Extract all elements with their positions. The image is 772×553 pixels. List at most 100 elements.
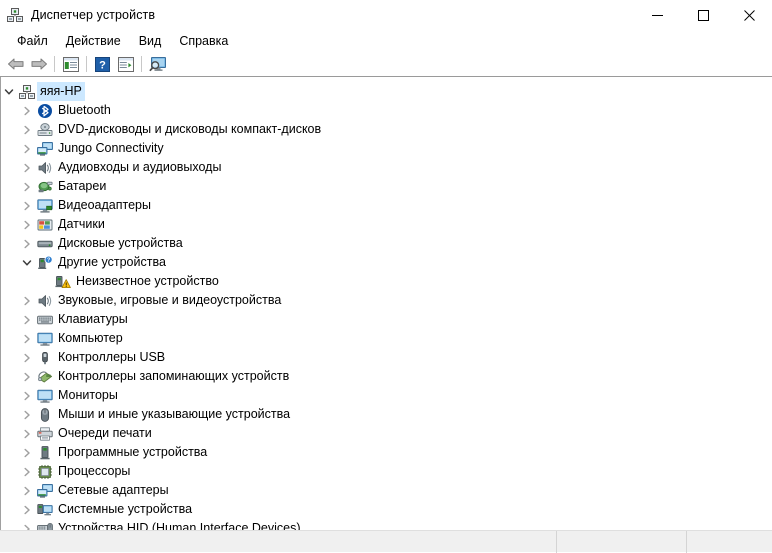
other-devices-icon: ? <box>35 253 55 272</box>
tree-item-14[interactable]: Контроллеры запоминающих устройств <box>1 367 772 386</box>
tree-item-21[interactable]: Системные устройства <box>1 500 772 519</box>
toolbar-separator <box>141 56 142 72</box>
tree-item-label: Контроллеры запоминающих устройств <box>55 367 292 386</box>
chevron-right-icon[interactable] <box>19 348 35 367</box>
chevron-right-icon[interactable] <box>19 234 35 253</box>
tree-item-12[interactable]: Компьютер <box>1 329 772 348</box>
chevron-right-icon[interactable] <box>19 158 35 177</box>
device-manager-window: Диспетчер устройств Файл Действ <box>0 0 772 552</box>
status-segment-tertiary <box>686 531 772 553</box>
chevron-down-icon[interactable] <box>1 82 17 101</box>
minimize-button[interactable] <box>634 0 680 30</box>
tree-item-22[interactable]: Устройства HID (Human Interface Devices) <box>1 519 772 530</box>
chevron-right-icon[interactable] <box>19 177 35 196</box>
tree-item-8[interactable]: ? Другие устройства <box>1 253 772 272</box>
network-adapter-icon <box>35 139 55 158</box>
display-adapter-icon <box>35 196 55 215</box>
tree-item-label: Клавиатуры <box>55 310 131 329</box>
toolbar-separator <box>86 56 87 72</box>
tree-item-1[interactable]: DVD-дисководы и дисководы компакт-дисков <box>1 120 772 139</box>
storage-controller-icon <box>35 367 55 386</box>
software-device-icon <box>35 443 55 462</box>
chevron-right-icon[interactable] <box>19 481 35 500</box>
close-button[interactable] <box>726 0 772 30</box>
tree-item-13[interactable]: Контроллеры USB <box>1 348 772 367</box>
tree-item-label: Другие устройства <box>55 253 169 272</box>
maximize-button[interactable] <box>680 0 726 30</box>
chevron-right-icon[interactable] <box>19 424 35 443</box>
chevron-right-icon[interactable] <box>19 462 35 481</box>
tree-item-label: Мониторы <box>55 386 121 405</box>
chevron-down-icon[interactable] <box>19 253 35 272</box>
tree-item-label: Аудиовходы и аудиовыходы <box>55 158 224 177</box>
update-driver-icon[interactable] <box>114 53 137 75</box>
menu-bar: Файл Действие Вид Справка <box>0 30 772 52</box>
tree-item-label: Видеоадаптеры <box>55 196 154 215</box>
properties-icon[interactable] <box>59 53 82 75</box>
printer-icon <box>35 424 55 443</box>
tree-item-3[interactable]: Аудиовходы и аудиовыходы <box>1 158 772 177</box>
menu-action[interactable]: Действие <box>57 32 130 51</box>
audio-icon <box>35 291 55 310</box>
toolbar-separator <box>54 56 55 72</box>
back-arrow-icon[interactable] <box>4 53 27 75</box>
help-icon[interactable]: ? <box>91 53 114 75</box>
toolbar: ? <box>0 52 772 77</box>
forward-arrow-icon[interactable] <box>27 53 50 75</box>
chevron-right-icon[interactable] <box>19 386 35 405</box>
chevron-right-icon[interactable] <box>19 215 35 234</box>
tree-item-6[interactable]: Датчики <box>1 215 772 234</box>
scan-hardware-icon[interactable] <box>146 53 169 75</box>
tree-item-18[interactable]: Программные устройства <box>1 443 772 462</box>
tree-item-2[interactable]: Jungo Connectivity <box>1 139 772 158</box>
tree-item-label: Неизвестное устройство <box>73 272 222 291</box>
menu-view[interactable]: Вид <box>130 32 171 51</box>
usb-icon <box>35 348 55 367</box>
tree-item-label: Jungo Connectivity <box>55 139 167 158</box>
menu-file[interactable]: Файл <box>8 32 57 51</box>
chevron-right-icon[interactable] <box>19 405 35 424</box>
chevron-right-icon[interactable] <box>19 291 35 310</box>
tree-item-label: Звуковые, игровые и видеоустройства <box>55 291 284 310</box>
chevron-right-icon[interactable] <box>19 443 35 462</box>
tree-item-9[interactable]: Неизвестное устройство <box>1 272 772 291</box>
chevron-right-icon[interactable] <box>19 196 35 215</box>
chevron-right-icon[interactable] <box>19 519 35 530</box>
tree-item-label: яяя-HP <box>37 82 85 101</box>
tree-item-label: Bluetooth <box>55 101 114 120</box>
tree-item-20[interactable]: Сетевые адаптеры <box>1 481 772 500</box>
tree-item-4[interactable]: Батареи <box>1 177 772 196</box>
chevron-right-icon[interactable] <box>19 101 35 120</box>
svg-text:?: ? <box>47 257 50 263</box>
svg-text:?: ? <box>99 59 106 71</box>
tree-item-15[interactable]: Мониторы <box>1 386 772 405</box>
network-adapter-icon <box>35 481 55 500</box>
chevron-right-icon[interactable] <box>19 139 35 158</box>
device-manager-icon <box>7 7 23 23</box>
tree-item-0[interactable]: Bluetooth <box>1 101 772 120</box>
status-bar <box>0 530 772 552</box>
hid-device-icon <box>35 519 55 530</box>
chevron-right-icon[interactable] <box>19 120 35 139</box>
tree-item-label: Контроллеры USB <box>55 348 168 367</box>
tree-item-label: Батареи <box>55 177 109 196</box>
tree-root-node[interactable]: яяя-HP <box>1 82 772 101</box>
chevron-right-icon[interactable] <box>19 329 35 348</box>
monitor-icon <box>35 329 55 348</box>
tree-item-19[interactable]: Процессоры <box>1 462 772 481</box>
chevron-right-icon[interactable] <box>19 500 35 519</box>
tree-item-label: Очереди печати <box>55 424 155 443</box>
tree-indent-spacer <box>37 272 53 291</box>
menu-help[interactable]: Справка <box>170 32 237 51</box>
tree-item-11[interactable]: Клавиатуры <box>1 310 772 329</box>
device-tree[interactable]: яяя-HPBluetoothDVD-дисководы и дисководы… <box>0 77 772 530</box>
window-controls <box>634 0 772 30</box>
tree-item-5[interactable]: Видеоадаптеры <box>1 196 772 215</box>
tree-item-16[interactable]: Мыши и иные указывающие устройства <box>1 405 772 424</box>
chevron-right-icon[interactable] <box>19 367 35 386</box>
tree-item-7[interactable]: Дисковые устройства <box>1 234 772 253</box>
chevron-right-icon[interactable] <box>19 310 35 329</box>
tree-item-17[interactable]: Очереди печати <box>1 424 772 443</box>
computer-root-icon <box>17 82 37 101</box>
tree-item-10[interactable]: Звуковые, игровые и видеоустройства <box>1 291 772 310</box>
